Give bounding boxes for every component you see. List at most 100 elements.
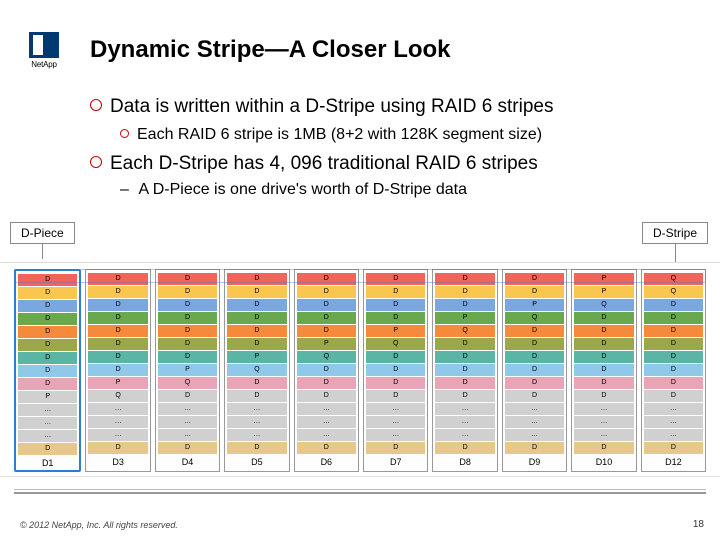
stripe-cell: Q <box>88 390 147 402</box>
stripe-cell: … <box>297 429 356 441</box>
stripe-cell: D <box>18 378 77 390</box>
dash-icon: – <box>120 181 129 198</box>
stripe-cell: Q <box>366 338 425 350</box>
stripe-cell: … <box>435 416 494 428</box>
stripe-cell: P <box>158 364 217 376</box>
stripe-cell: D <box>644 377 703 389</box>
stripe-cell: D <box>297 273 356 285</box>
stripe-cell: D <box>644 364 703 376</box>
stripe-cell: D <box>227 273 286 285</box>
drive-column: DDDPQDDDDD………DD8 <box>432 269 497 472</box>
drive-label: D7 <box>366 457 425 467</box>
stripe-cell: D <box>158 351 217 363</box>
drive-column: PPQDDDDDDD………DD10 <box>571 269 636 472</box>
drive-column: DDDDPQDDDD………DD7 <box>363 269 428 472</box>
bullet-icon <box>90 99 102 111</box>
drive-label: D4 <box>158 457 217 467</box>
stripe-cell: D <box>227 338 286 350</box>
page-title: Dynamic Stripe—A Closer Look <box>90 36 451 64</box>
stripe-cell: D <box>366 351 425 363</box>
stripe-cell: D <box>435 377 494 389</box>
stripe-cell: D <box>88 338 147 350</box>
stripe-cell: D <box>574 390 633 402</box>
stripe-cell: D <box>435 351 494 363</box>
stripe-cell: D <box>366 442 425 454</box>
drive-label: D1 <box>18 458 77 468</box>
stripe-cell: P <box>88 377 147 389</box>
page-number: 18 <box>693 519 704 530</box>
stripe-cell: … <box>158 429 217 441</box>
stripe-cell: … <box>227 429 286 441</box>
stripe-cell: D <box>18 365 77 377</box>
bullet-icon <box>120 129 129 138</box>
drive-column: DDDDDDDDDP………DD1 <box>14 269 81 472</box>
stripe-cell: D <box>158 338 217 350</box>
stripe-cell: D <box>505 390 564 402</box>
stripe-cell: D <box>435 442 494 454</box>
footer-divider <box>14 492 706 494</box>
stripe-cell: P <box>574 286 633 298</box>
stripe-cell: … <box>227 403 286 415</box>
stripe-cell: D <box>366 286 425 298</box>
bullet-level2: Each RAID 6 stripe is 1MB (8+2 with 128K… <box>120 124 700 146</box>
bullet-text: A D-Piece is one drive's worth of D-Stri… <box>138 181 467 198</box>
stripe-cell: Q <box>158 377 217 389</box>
stripe-cell: D <box>435 390 494 402</box>
stripe-cell: D <box>297 364 356 376</box>
stripe-cell: P <box>18 391 77 403</box>
bullet-level1: Data is written within a D-Stripe using … <box>90 94 700 120</box>
stripe-cell: D <box>366 364 425 376</box>
stripe-cell: … <box>18 430 77 442</box>
stripe-cell: D <box>644 325 703 337</box>
stripe-cell: D <box>574 325 633 337</box>
drive-label: D10 <box>574 457 633 467</box>
callout-dpiece: D-Piece <box>10 222 75 244</box>
stripe-cell: Q <box>227 364 286 376</box>
stripe-cell: D <box>18 339 77 351</box>
stripe-cell: D <box>158 286 217 298</box>
stripe-cell: D <box>574 364 633 376</box>
stripe-cell: … <box>18 417 77 429</box>
stripe-cell: D <box>505 325 564 337</box>
stripe-cell: P <box>297 338 356 350</box>
drive-label: D5 <box>227 457 286 467</box>
stripe-cell: D <box>158 390 217 402</box>
stripe-cell: D <box>366 312 425 324</box>
stripe-cell: D <box>574 338 633 350</box>
drive-column: DDDDDPQDDD………DD6 <box>294 269 359 472</box>
bullet-level2: – A D-Piece is one drive's worth of D-St… <box>120 179 700 201</box>
stripe-cell: … <box>158 403 217 415</box>
drive-column: DDDDDDPQDD………DD5 <box>224 269 289 472</box>
copyright-text: © 2012 NetApp, Inc. All rights reserved. <box>20 520 178 530</box>
stripe-cell: D <box>18 313 77 325</box>
stripe-cell: … <box>644 416 703 428</box>
stripe-cell: D <box>435 286 494 298</box>
stripe-cell: D <box>227 325 286 337</box>
stripe-cell: Q <box>297 351 356 363</box>
stripe-cell: … <box>88 416 147 428</box>
stripe-cell: P <box>227 351 286 363</box>
brand-logo: NetApp <box>16 32 72 78</box>
stripe-diagram: DDDDDDDDDP………DD1DDDDDDDDPQ………DD3DDDDDDDP… <box>0 262 720 477</box>
stripe-cell: D <box>505 273 564 285</box>
stripe-cell: … <box>505 403 564 415</box>
stripe-cell: D <box>574 442 633 454</box>
stripe-cell: P <box>435 312 494 324</box>
stripe-cell: … <box>505 416 564 428</box>
stripe-cell: … <box>297 403 356 415</box>
stripe-cell: D <box>574 312 633 324</box>
stripe-cell: D <box>18 274 77 286</box>
brand-logo-mark <box>29 32 59 58</box>
stripe-cell: D <box>435 364 494 376</box>
stripe-cell: D <box>505 286 564 298</box>
drive-label: D12 <box>644 457 703 467</box>
stripe-cell: D <box>88 364 147 376</box>
stripe-cell: D <box>227 442 286 454</box>
stripe-cell: D <box>297 390 356 402</box>
brand-logo-text: NetApp <box>31 60 56 69</box>
stripe-cell: D <box>227 299 286 311</box>
stripe-cell: P <box>505 299 564 311</box>
stripe-cell: D <box>158 312 217 324</box>
stripe-cell: Q <box>644 286 703 298</box>
stripe-cell: … <box>366 429 425 441</box>
